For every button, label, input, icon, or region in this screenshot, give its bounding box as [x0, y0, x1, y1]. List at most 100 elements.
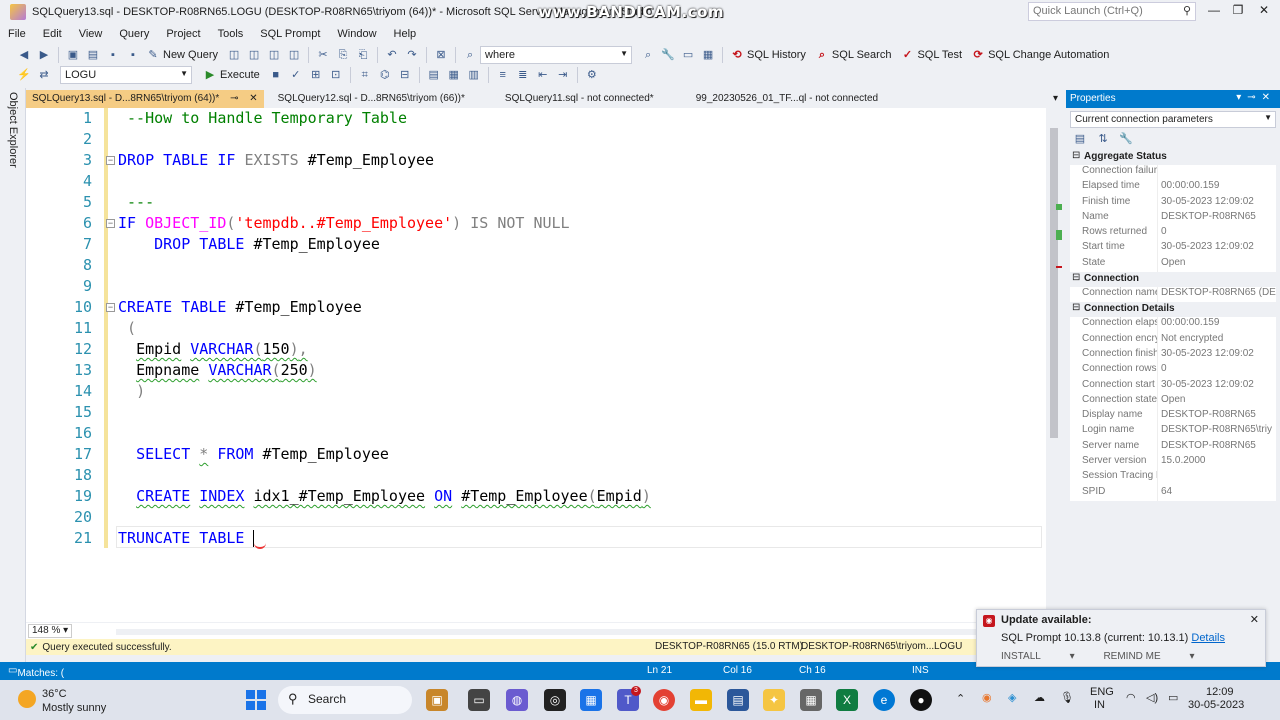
dell-app-icon[interactable]: ◎	[544, 689, 566, 711]
menu-view[interactable]: View	[79, 28, 103, 40]
tray-app-icon[interactable]: ◉	[982, 691, 992, 704]
bandicam-app-icon[interactable]: ●	[910, 689, 932, 711]
property-row[interactable]: SPID 64	[1070, 485, 1276, 501]
property-row[interactable]: Name DESKTOP-R08RN65	[1070, 210, 1276, 227]
property-row[interactable]: Connection state Open	[1070, 393, 1276, 410]
results-grid-icon[interactable]: ▦	[446, 67, 462, 83]
find-combo[interactable]: where ▼	[480, 46, 633, 64]
task-view-icon[interactable]: ▭	[468, 689, 490, 711]
paste-icon[interactable]: ⎗	[355, 47, 371, 63]
property-row[interactable]: Server version 15.0.2000	[1070, 455, 1276, 471]
window-layout-icon[interactable]: ▦	[700, 47, 716, 63]
code-line[interactable]: SELECT * FROM #Temp_Employee	[118, 444, 389, 465]
save-icon[interactable]: ▪	[105, 47, 121, 63]
property-row[interactable]: Connection elapsed00:00:00.159	[1070, 317, 1276, 333]
menu-sql-prompt[interactable]: SQL Prompt	[260, 28, 320, 40]
copy-icon[interactable]: ⎘	[335, 47, 351, 63]
close-icon[interactable]: ✕	[1250, 613, 1259, 626]
battery-icon[interactable]: ▭	[1168, 691, 1178, 704]
menu-tools[interactable]: Tools	[218, 28, 244, 40]
quick-launch-input[interactable]: Quick Launch (Ctrl+Q) ⚲	[1028, 2, 1196, 21]
excel-app-icon[interactable]: X	[836, 689, 858, 711]
property-row[interactable]: State Open	[1070, 256, 1276, 273]
property-category[interactable]: Connection	[1070, 272, 1276, 288]
store-app-icon[interactable]: ▦	[580, 689, 602, 711]
minimize-button[interactable]: —	[1204, 3, 1224, 19]
new-query-button[interactable]: New Query	[163, 49, 218, 61]
dax-query-icon[interactable]: ◫	[286, 47, 302, 63]
property-category[interactable]: Aggregate Status	[1070, 150, 1276, 165]
results-text-icon[interactable]: ▤	[426, 67, 442, 83]
menu-project[interactable]: Project	[166, 28, 200, 40]
parse-icon[interactable]: ✓	[288, 67, 304, 83]
code-line[interactable]: Empname VARCHAR(250)	[118, 360, 317, 381]
property-row[interactable]: Connection rows re0	[1070, 363, 1276, 379]
connect-icon[interactable]: ⚡	[16, 67, 32, 83]
uncomment-icon[interactable]: ≣	[515, 67, 531, 83]
menu-file[interactable]: File	[8, 28, 26, 40]
microphone-icon[interactable]: 🎙	[1060, 691, 1074, 704]
fold-toggle[interactable]: −	[106, 156, 115, 165]
sql-search-button[interactable]: SQL Search	[832, 49, 892, 61]
menu-query[interactable]: Query	[119, 28, 149, 40]
property-row[interactable]: Connection encryptNot encrypted	[1070, 332, 1276, 348]
results-file-icon[interactable]: ▥	[466, 67, 482, 83]
install-button[interactable]: INSTALL ▾	[1001, 651, 1075, 662]
taskbar-search[interactable]: ⚲ Search	[278, 686, 412, 714]
toolbox-icon[interactable]: ▭	[680, 47, 696, 63]
forward-icon[interactable]: ▶	[36, 47, 52, 63]
close-tab-icon[interactable]: ✕	[249, 93, 257, 104]
editor-vertical-scrollbar[interactable]	[1046, 108, 1064, 622]
property-row[interactable]: Rows returned 0	[1070, 226, 1276, 242]
clock-date[interactable]: 30-05-2023	[1188, 699, 1244, 711]
cancel-query-icon[interactable]: ■	[268, 67, 284, 83]
property-row[interactable]: Login name DESKTOP-R08RN65\triy	[1070, 424, 1276, 440]
sql-history-button[interactable]: SQL History	[747, 49, 806, 61]
chevron-up-icon[interactable]: ⌃	[956, 692, 965, 705]
indent-icon[interactable]: ⇥	[555, 67, 571, 83]
menu-help[interactable]: Help	[394, 28, 417, 40]
zoom-select[interactable]: 148 % ▾	[28, 624, 73, 638]
client-stats-icon[interactable]: ⊟	[397, 67, 413, 83]
clock-time[interactable]: 12:09	[1206, 686, 1234, 698]
property-row[interactable]: Connection finish ti30-05-2023 12:09:02	[1070, 347, 1276, 364]
redo-icon[interactable]: ↷	[404, 47, 420, 63]
start-button[interactable]	[246, 690, 266, 710]
sql-tool-icon[interactable]: ▦	[800, 689, 822, 711]
panel-controls[interactable]: ▾⊸✕	[1236, 92, 1276, 103]
details-link[interactable]: Details	[1191, 632, 1225, 644]
remind-me-button[interactable]: REMIND ME ▾	[1103, 651, 1194, 662]
outdent-icon[interactable]: ⇤	[535, 67, 551, 83]
language-in[interactable]: IN	[1094, 699, 1105, 711]
code-line[interactable]: (	[118, 318, 136, 339]
property-row[interactable]: Connection failures	[1070, 165, 1276, 181]
sql-change-automation-button[interactable]: SQL Change Automation	[988, 49, 1109, 61]
object-explorer-tab[interactable]: Object Explorer	[7, 92, 19, 168]
alphabetical-icon[interactable]: ⇅	[1095, 131, 1111, 147]
save-all-icon[interactable]: ▪	[125, 47, 141, 63]
property-row[interactable]: Server name DESKTOP-R08RN65	[1070, 439, 1276, 456]
sql-test-button[interactable]: SQL Test	[917, 49, 962, 61]
property-row[interactable]: Start time 30-05-2023 12:09:02	[1070, 241, 1276, 257]
code-line[interactable]: ---	[118, 192, 154, 213]
specify-values-icon[interactable]: ⚙	[584, 67, 600, 83]
property-pages-icon[interactable]: 🔧	[1118, 131, 1134, 147]
cut-icon[interactable]: ✂	[315, 47, 331, 63]
sql-test-icon[interactable]: ✓	[899, 47, 915, 63]
menu-window[interactable]: Window	[337, 28, 376, 40]
properties-object-select[interactable]: Current connection parameters ▼	[1070, 111, 1276, 128]
property-row[interactable]: Finish time 30-05-2023 12:09:02	[1070, 195, 1276, 211]
file-explorer-icon[interactable]: ▬	[690, 689, 712, 711]
property-row[interactable]: Connection name DESKTOP-R08RN65 (DE	[1070, 287, 1276, 303]
new-query-icon[interactable]: ✎	[145, 47, 161, 63]
execute-icon[interactable]: ▶	[202, 67, 218, 83]
find-icon[interactable]: ⌕	[462, 47, 478, 63]
close-window-button[interactable]: ✕	[1254, 3, 1274, 19]
chrome-app-icon[interactable]: ◉	[653, 689, 675, 711]
properties-grid[interactable]: Aggregate StatusConnection failuresElaps…	[1070, 150, 1276, 501]
tab-sqlquery12[interactable]: SQLQuery12.sql - D...8RN65\triyom (66))*	[272, 90, 471, 108]
property-category[interactable]: Connection Details	[1070, 302, 1276, 318]
cloud-icon[interactable]: ☁	[1034, 691, 1045, 704]
code-line[interactable]: --How to Handle Temporary Table	[118, 108, 407, 129]
tab-overflow-icon[interactable]: ▾	[1047, 90, 1064, 108]
